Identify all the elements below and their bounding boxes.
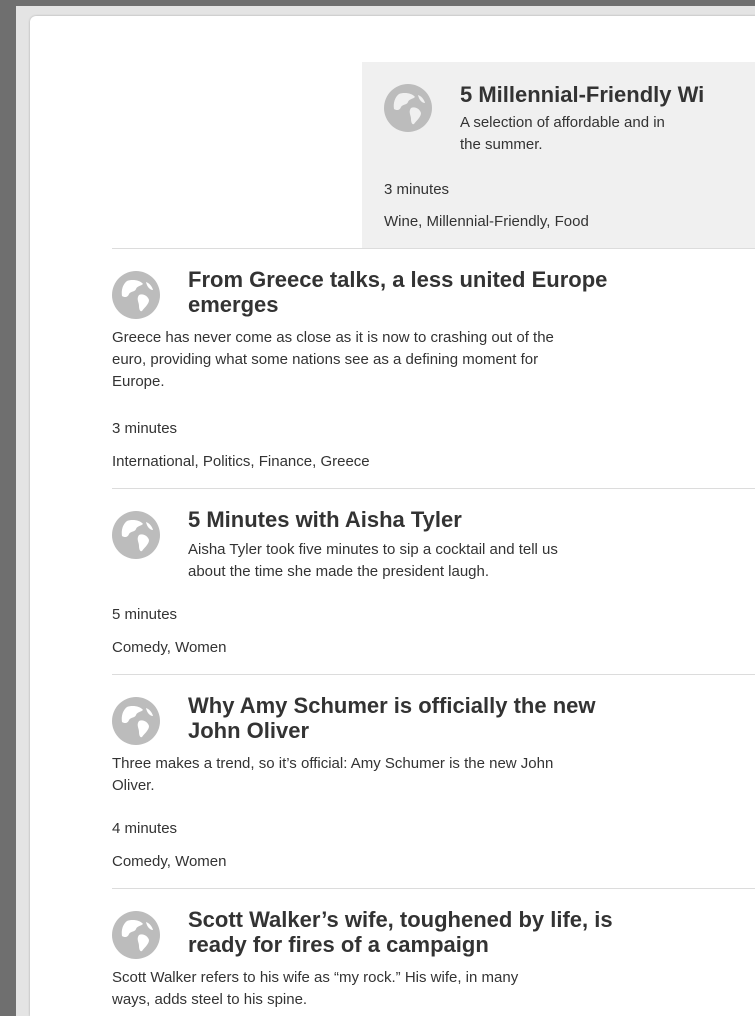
article-description-line: Aisha Tyler took five minutes to sip a c…: [188, 541, 558, 558]
article-description-line: Europe.: [112, 373, 165, 390]
article-tags: Wine, Millennial-Friendly, Food: [384, 213, 589, 230]
globe-icon: [384, 84, 432, 132]
article-title: From Greece talks, a less united Europe …: [188, 267, 607, 317]
article-description-line: A selection of affordable and in: [460, 114, 665, 131]
article-duration: 5 minutes: [112, 606, 178, 623]
article-description-line: about the time she made the president la…: [188, 563, 490, 580]
article-title-line: Scott Walker’s wife, toughened by life, …: [188, 907, 613, 932]
globe-icon: [112, 697, 160, 745]
article-title-line: From Greece talks, a less united Europe: [188, 267, 608, 292]
list-item-article-5[interactable]: Scott Walker’s wife, toughened by life, …: [112, 888, 755, 1016]
article-list-panel: 5 Millennial-Friendly Wi A selection of …: [30, 16, 755, 1016]
article-description-line: the summer.: [460, 136, 543, 153]
article-tags: International, Politics, Finance, Greece: [112, 453, 370, 470]
article-description-line: euro, providing what some nations see as…: [112, 351, 539, 368]
list-item-article-2[interactable]: From Greece talks, a less united Europe …: [112, 248, 755, 489]
list-item-article-1[interactable]: 5 Millennial-Friendly Wi A selection of …: [362, 62, 755, 248]
globe-icon: [112, 271, 160, 319]
article-duration: 4 minutes: [112, 820, 178, 837]
list-item-article-4[interactable]: Why Amy Schumer is officially the new Jo…: [112, 674, 755, 889]
article-title: 5 Minutes with Aisha Tyler: [188, 507, 462, 532]
article-description-line: Scott Walker refers to his wife as “my r…: [112, 969, 519, 986]
article-title-line: ready for fires of a campaign: [188, 932, 489, 957]
article-title-line: Why Amy Schumer is officially the new: [188, 693, 596, 718]
article-title: Scott Walker’s wife, toughened by life, …: [188, 907, 613, 957]
article-description: Greece has never come as close as it is …: [112, 327, 554, 393]
article-description-line: Three makes a trend, so it’s official: A…: [112, 755, 554, 772]
article-duration: 3 minutes: [112, 420, 178, 437]
article-description: Scott Walker refers to his wife as “my r…: [112, 967, 518, 1011]
article-tags: Comedy, Women: [112, 639, 227, 656]
article-description-line: Greece has never come as close as it is …: [112, 329, 554, 346]
article-title-line: emerges: [188, 292, 279, 317]
article-duration: 3 minutes: [384, 181, 450, 198]
article-description: Three makes a trend, so it’s official: A…: [112, 753, 553, 797]
article-title: Why Amy Schumer is officially the new Jo…: [188, 693, 596, 743]
article-title: 5 Millennial-Friendly Wi: [460, 82, 705, 107]
article-description-line: ways, adds steel to his spine.: [112, 991, 308, 1008]
article-description: Aisha Tyler took five minutes to sip a c…: [188, 539, 558, 583]
article-description: A selection of affordable and in the sum…: [460, 112, 755, 156]
globe-icon: [112, 911, 160, 959]
globe-icon: [112, 511, 160, 559]
article-tags: Comedy, Women: [112, 853, 227, 870]
list-item-article-3[interactable]: 5 Minutes with Aisha Tyler Aisha Tyler t…: [112, 488, 755, 675]
article-title-line: John Oliver: [188, 718, 310, 743]
article-description-line: Oliver.: [112, 777, 155, 794]
